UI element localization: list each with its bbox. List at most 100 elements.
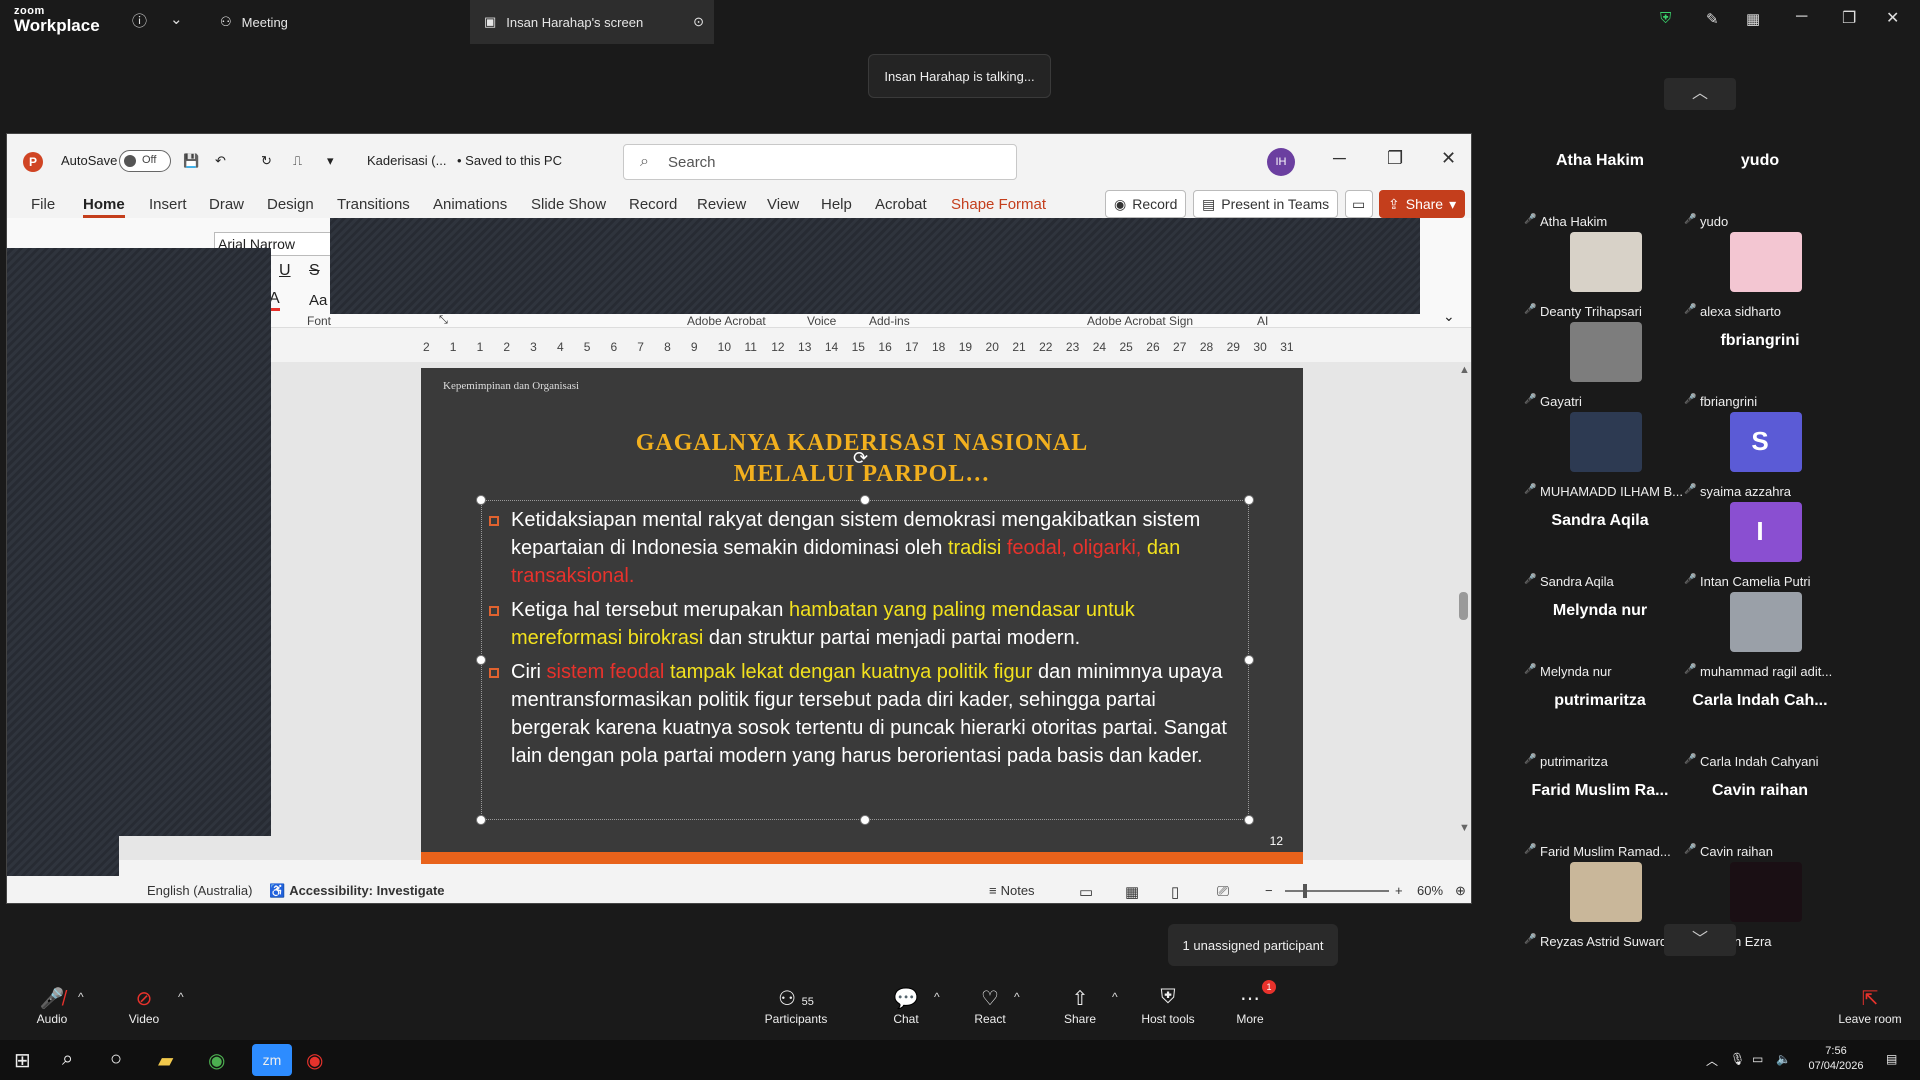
tab-slide-show[interactable]: Slide Show (531, 196, 606, 213)
change-case-icon[interactable]: Aa (309, 292, 327, 309)
redo-icon[interactable]: ↻ (261, 153, 272, 169)
participant-tile[interactable]: Sandra Aqila 🎤 Sandra Aqila (1520, 506, 1680, 596)
participant-tile[interactable]: 🎤 alexa sidharto (1680, 232, 1840, 326)
host-tools-button[interactable]: ⛨ Host tools (1128, 986, 1208, 1026)
file-explorer-icon[interactable]: ▰ (158, 1048, 173, 1073)
strikethrough-icon[interactable]: S (309, 262, 320, 280)
language-status[interactable]: English (Australia) (147, 883, 253, 898)
minimize-icon[interactable]: ─ (1796, 8, 1807, 26)
resize-handle-se[interactable] (1244, 815, 1254, 825)
zoom-slider[interactable] (1285, 890, 1389, 892)
zoom-out-icon[interactable]: − (1265, 883, 1273, 898)
video-options-chevron-icon[interactable]: ^ (178, 990, 184, 1004)
notifications-icon[interactable]: ▤ (1886, 1052, 1897, 1066)
tab-animations[interactable]: Animations (433, 196, 507, 213)
participant-tile[interactable]: I 🎤 Intan Camelia Putri (1680, 502, 1840, 596)
save-icon[interactable]: 💾 (183, 153, 199, 169)
share-button[interactable]: ⇪ Share ▾ (1379, 190, 1466, 218)
more-button[interactable]: ⋯ More (1210, 986, 1290, 1026)
tab-file[interactable]: File (31, 196, 55, 213)
chevron-down-icon[interactable]: ⌄ (170, 10, 183, 28)
slide-canvas[interactable]: Kepemimpinan dan Organisasi GAGALNYA KAD… (421, 368, 1303, 864)
ppt-restore-icon[interactable]: ❐ (1387, 148, 1403, 169)
chrome-profile-icon[interactable]: ◉ (306, 1048, 323, 1073)
participant-tile[interactable]: fbriangrini 🎤 fbriangrini (1680, 326, 1840, 416)
tab-design[interactable]: Design (267, 196, 314, 213)
shield-icon[interactable]: ⛨ (1660, 10, 1671, 27)
tab-acrobat[interactable]: Acrobat (875, 196, 927, 213)
search-input[interactable]: ⌕ Search (623, 144, 1017, 180)
participant-tile[interactable]: Melynda nur 🎤 Melynda nur (1520, 596, 1680, 686)
zoom-in-icon[interactable]: + (1395, 883, 1403, 898)
participant-tile[interactable]: 🎤 Gayatri (1520, 322, 1680, 416)
video-button[interactable]: ⊘ Video (104, 986, 184, 1026)
participant-tile[interactable]: S 🎤 syaima azzahra (1680, 412, 1840, 506)
taskbar-clock[interactable]: 7:56 07/04/2026 (1796, 1044, 1876, 1074)
participant-tile[interactable]: Carla Indah Cah... 🎤 Carla Indah Cahyani (1680, 686, 1840, 776)
participant-tile[interactable]: 🎤 Reyzas Astrid Suward... (1520, 862, 1680, 956)
zoom-app-icon[interactable]: zm (252, 1044, 292, 1076)
zoom-level[interactable]: 60% (1417, 883, 1443, 898)
maximize-icon[interactable]: ❐ (1842, 8, 1856, 28)
record-button[interactable]: ◉ Record (1105, 190, 1187, 218)
undo-icon[interactable]: ↶ (215, 153, 226, 169)
zoom-slider-thumb[interactable] (1303, 884, 1307, 898)
dialog-launcher-icon[interactable]: ⤡ (439, 314, 448, 327)
resize-handle-n[interactable] (860, 495, 870, 505)
audio-options-chevron-icon[interactable]: ^ (78, 990, 84, 1004)
tray-volume-icon[interactable]: 🔈 (1776, 1052, 1791, 1066)
customize-icon[interactable]: ▾ (327, 153, 334, 169)
participant-tile[interactable]: 🎤 Deanty Trihapsari (1520, 232, 1680, 326)
slide-body-text[interactable]: Ketidaksiapan mental rakyat dengan siste… (489, 506, 1229, 776)
notes-button[interactable]: ≡ Notes (989, 883, 1035, 898)
tab-record[interactable]: Record (629, 196, 677, 213)
comments-button[interactable]: ▭ (1345, 190, 1373, 218)
tray-overflow-icon[interactable]: ︿ (1706, 1052, 1718, 1069)
tray-mic-icon[interactable]: 🎙 (1730, 1052, 1745, 1066)
participant-tile[interactable]: 🎤 muhammad ragil adit... (1680, 592, 1840, 686)
tab-screen[interactable]: ▣ Insan Harahap's screen ⊙ (470, 0, 714, 44)
participant-tile[interactable]: Cavin raihan 🎤 Cavin raihan (1680, 776, 1840, 866)
participants-button[interactable]: ⚇ 55 Participants (756, 986, 836, 1026)
participant-tile[interactable]: putrimaritza 🎤 putrimaritza (1520, 686, 1680, 776)
chat-options-chevron-icon[interactable]: ^ (934, 990, 940, 1004)
scroll-down-icon[interactable]: ▼ (1459, 822, 1470, 834)
resize-handle-s[interactable] (860, 815, 870, 825)
autosave-toggle[interactable]: Off (119, 150, 171, 172)
share-options-chevron-icon[interactable]: ^ (1112, 990, 1118, 1004)
user-avatar[interactable]: IH (1267, 148, 1295, 176)
info-icon[interactable]: ⓘ (132, 10, 147, 31)
saved-status[interactable]: • Saved to this PC (457, 153, 562, 168)
underline-icon[interactable]: U (279, 262, 291, 280)
present-icon[interactable]: ⎍ (293, 153, 302, 169)
resize-handle-w[interactable] (476, 655, 486, 665)
tab-home[interactable]: Home (83, 196, 125, 218)
unassigned-participant-notice[interactable]: 1 unassigned participant (1168, 924, 1338, 966)
windows-start-icon[interactable]: ⊞ (14, 1048, 31, 1073)
tab-draw[interactable]: Draw (209, 196, 244, 213)
tab-review[interactable]: Review (697, 196, 746, 213)
more-options-icon[interactable]: ⊙ (693, 14, 704, 30)
leave-room-button[interactable]: ⇱ Leave room (1830, 986, 1910, 1026)
slide-sorter-icon[interactable]: ▦ (1125, 883, 1139, 901)
layout-icon[interactable]: ▦ (1746, 10, 1760, 28)
tab-help[interactable]: Help (821, 196, 852, 213)
normal-view-icon[interactable]: ▭ (1079, 883, 1093, 901)
tab-transitions[interactable]: Transitions (337, 196, 410, 213)
react-options-chevron-icon[interactable]: ^ (1014, 990, 1020, 1004)
tab-insert[interactable]: Insert (149, 196, 187, 213)
share-screen-button[interactable]: ⇧ Share (1040, 986, 1120, 1026)
reading-view-icon[interactable]: ▯ (1171, 883, 1179, 901)
scroll-up-icon[interactable]: ▲ (1459, 364, 1470, 376)
file-name[interactable]: Kaderisasi (... (367, 153, 446, 168)
tab-meeting[interactable]: ⚇ Meeting (206, 0, 302, 44)
resize-handle-nw[interactable] (476, 495, 486, 505)
taskbar-search-icon[interactable]: ⌕ (62, 1048, 73, 1071)
tray-network-icon[interactable]: ▭ (1752, 1052, 1763, 1066)
vertical-scrollbar-thumb[interactable] (1459, 592, 1468, 620)
gallery-down-button[interactable]: ﹀ (1664, 924, 1736, 956)
participant-tile[interactable]: 🎤 MUHAMADD ILHAM B... (1520, 412, 1683, 506)
cortana-icon[interactable]: ○ (110, 1048, 122, 1071)
resize-handle-ne[interactable] (1244, 495, 1254, 505)
present-in-teams-button[interactable]: ▤ Present in Teams (1193, 190, 1339, 218)
